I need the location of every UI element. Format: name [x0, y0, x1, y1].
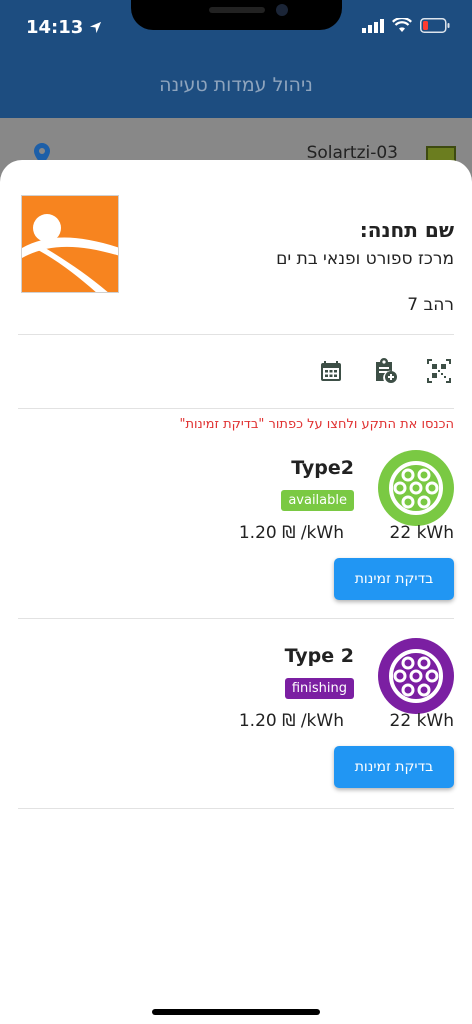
- clipboard-add-icon[interactable]: [370, 356, 400, 386]
- cellular-signal-icon: [362, 18, 384, 33]
- divider: [18, 808, 454, 809]
- wifi-icon: [392, 18, 412, 32]
- connector-price: 1.20 ₪ /kWh: [238, 711, 344, 731]
- qr-code-icon[interactable]: [424, 356, 454, 386]
- station-details-sheet: שם תחנה: מרכז ספורט ופנאי בת ים רהב 7 הכ…: [0, 160, 472, 1024]
- station-heading: שם תחנה:: [359, 218, 454, 242]
- connector-price: 1.20 ₪ /kWh: [238, 523, 344, 543]
- station-address: רהב 7: [407, 295, 454, 315]
- divider: [18, 334, 454, 335]
- status-time: 14:13: [26, 17, 102, 38]
- connector-card: Type 2 finishing 22 kWh 1.20 ₪ /kWh בדיק…: [18, 638, 454, 808]
- station-actions: [316, 356, 454, 386]
- device-notch: [131, 0, 342, 30]
- connector-power: 22 kWh: [389, 711, 454, 731]
- connector-type: Type2: [291, 457, 354, 479]
- status-badge: available: [281, 490, 354, 511]
- station-name: מרכז ספורט ופנאי בת ים: [276, 249, 454, 269]
- battery-low-icon: [420, 18, 450, 33]
- connector-power: 22 kWh: [389, 523, 454, 543]
- connector-type: Type 2: [284, 645, 354, 667]
- check-availability-button[interactable]: בדיקת זמינות: [334, 746, 454, 788]
- status-badge: finishing: [284, 678, 354, 699]
- app-title: ניהול עמדות טעינה: [159, 74, 313, 96]
- type2-plug-icon: [378, 638, 454, 714]
- calendar-icon[interactable]: [316, 356, 346, 386]
- home-indicator[interactable]: [152, 1009, 320, 1015]
- station-logo: [21, 195, 119, 293]
- status-bar: 14:13: [0, 0, 472, 56]
- divider: [18, 408, 454, 409]
- status-icons: [362, 18, 450, 33]
- type2-plug-icon: [378, 450, 454, 526]
- instruction-hint: הכנסו את התקע ולחצו על כפתור "בדיקת זמינ…: [179, 417, 454, 432]
- connector-card: Type2 available 22 kWh 1.20 ₪ /kWh בדיקת…: [18, 450, 454, 620]
- location-arrow-icon: [90, 21, 102, 34]
- check-availability-button[interactable]: בדיקת זמינות: [334, 558, 454, 600]
- divider: [18, 618, 454, 619]
